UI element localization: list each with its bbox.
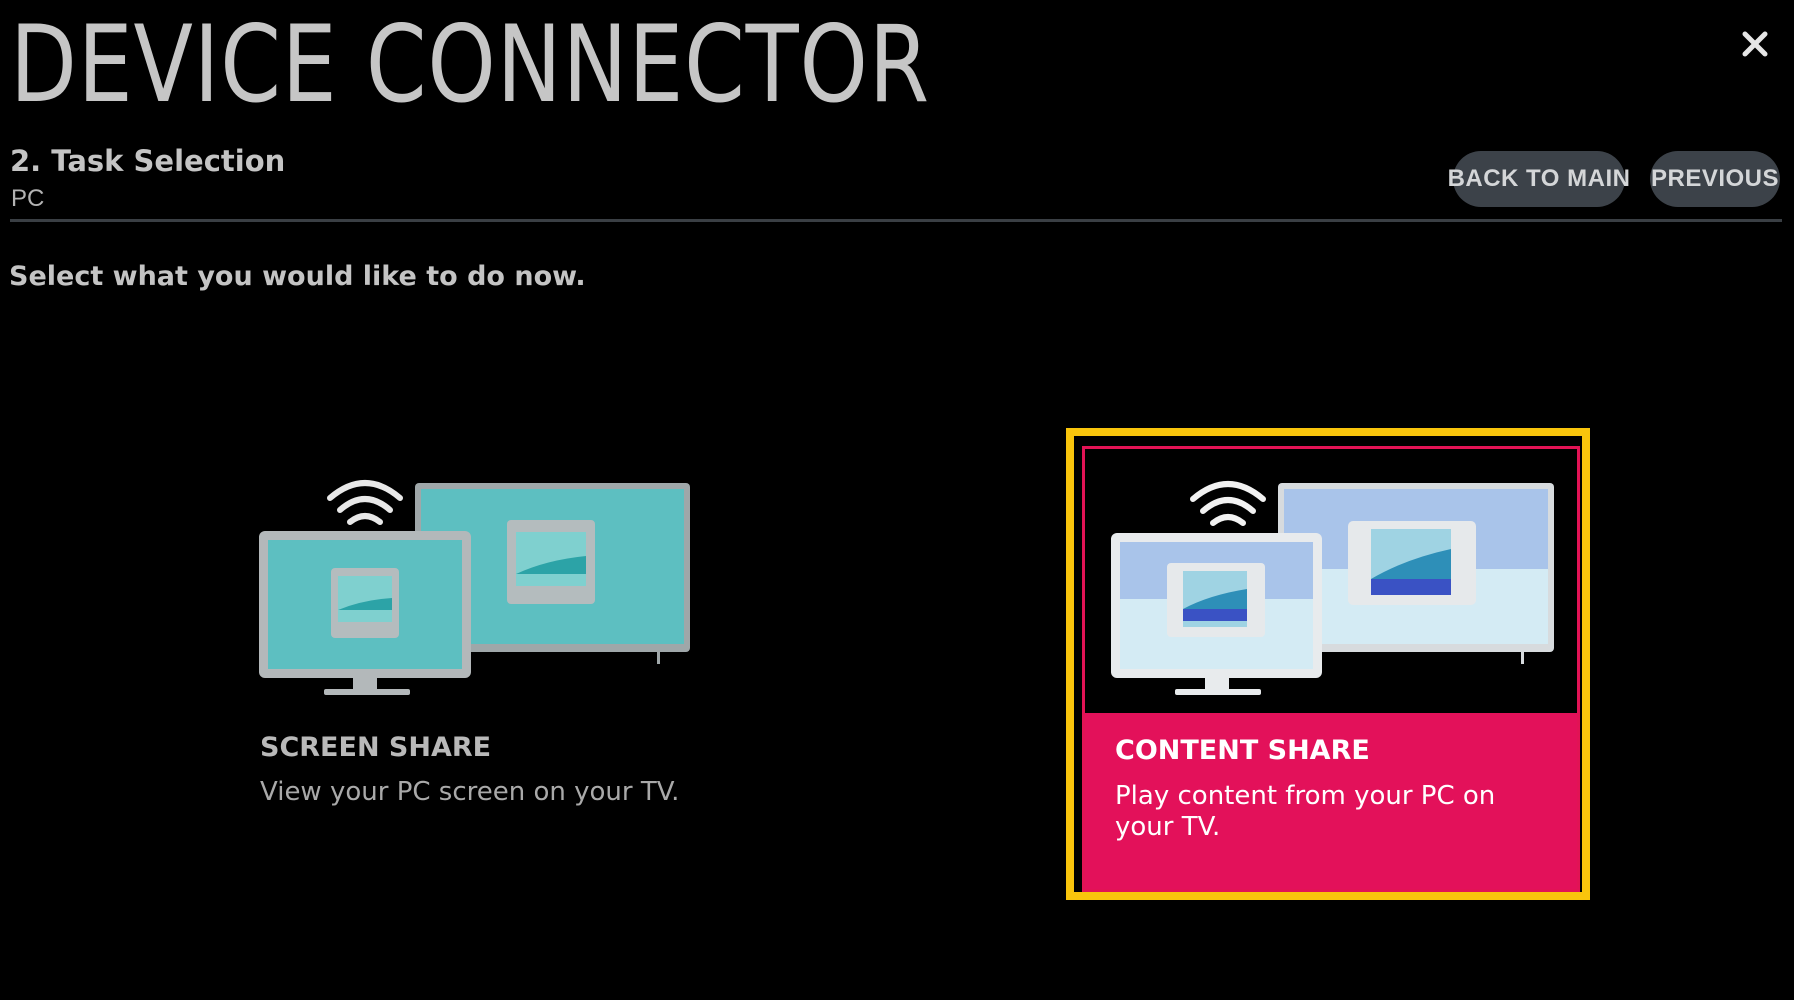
header-divider: [10, 219, 1782, 222]
wifi-icon: [327, 480, 403, 525]
close-icon: [1742, 31, 1768, 57]
monitor-icon: [1111, 533, 1322, 695]
step-title: 2. Task Selection: [10, 144, 286, 178]
content-share-icon: [1111, 481, 1554, 695]
screen-share-option[interactable]: SCREEN SHARE View your PC screen on your…: [250, 470, 720, 820]
instruction-text: Select what you would like to do now.: [9, 261, 586, 292]
previous-button[interactable]: PREVIOUS: [1650, 151, 1780, 207]
content-share-panel: CONTENT SHARE Play content from your PC …: [1085, 713, 1577, 889]
screen-share-description: View your PC screen on your TV.: [260, 777, 680, 807]
content-share-option[interactable]: CONTENT SHARE Play content from your PC …: [1082, 446, 1580, 892]
step-subtitle: PC: [11, 185, 45, 212]
content-share-description: Play content from your PC on your TV.: [1115, 781, 1496, 842]
content-share-title: CONTENT SHARE: [1115, 735, 1370, 766]
wifi-icon: [1190, 481, 1266, 526]
close-button[interactable]: [1733, 22, 1777, 66]
monitor-icon: [259, 531, 471, 695]
back-to-main-button[interactable]: BACK TO MAIN: [1448, 151, 1630, 207]
screen-share-icon: [259, 480, 690, 695]
screen-share-title: SCREEN SHARE: [260, 732, 492, 763]
page-title: DEVICE CONNECTOR: [10, 3, 930, 126]
